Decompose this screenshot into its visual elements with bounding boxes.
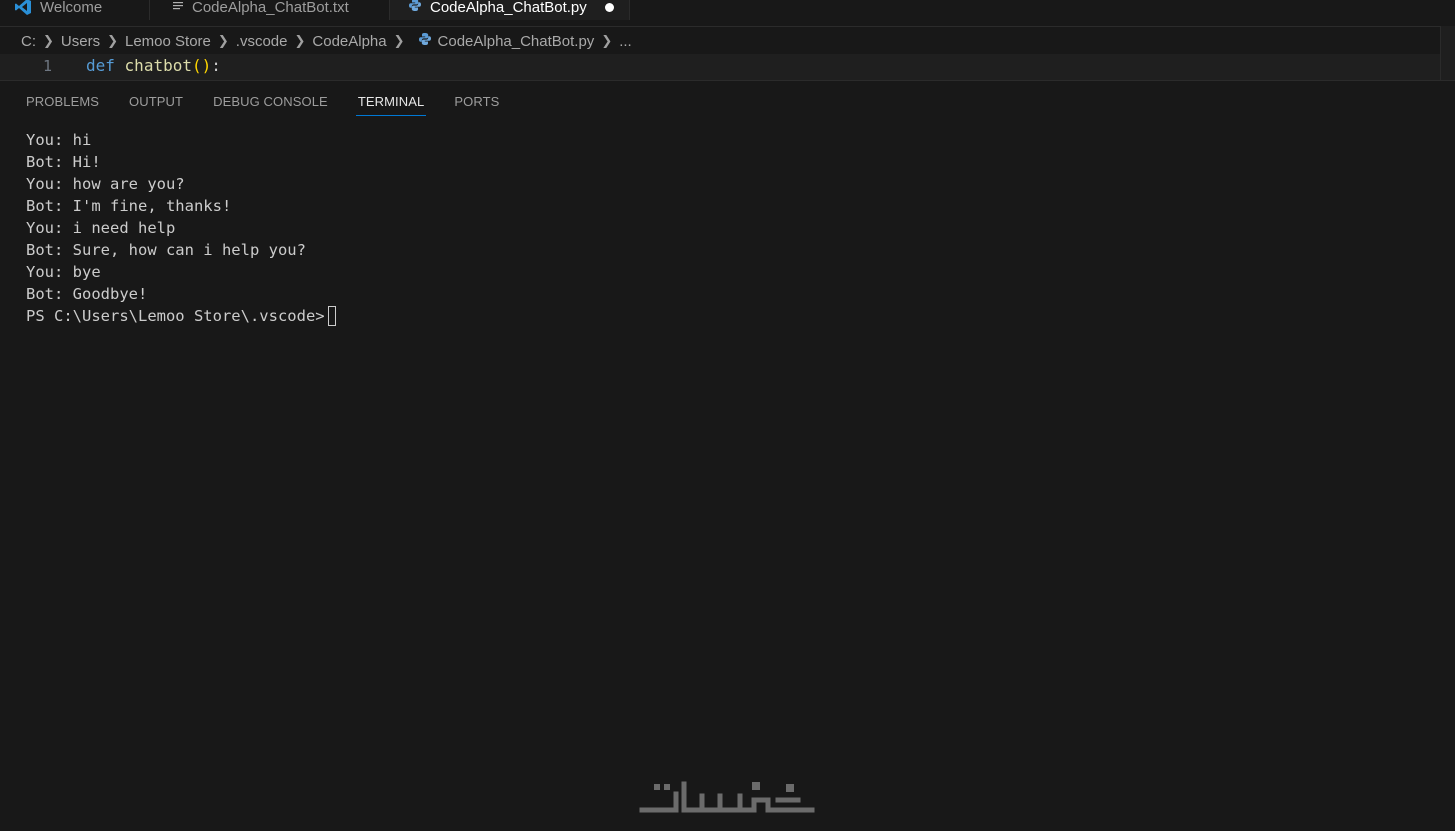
breadcrumb-item[interactable]: Users xyxy=(61,33,100,50)
tab-output[interactable]: OUTPUT xyxy=(114,81,198,121)
terminal-line: Bot: Goodbye! xyxy=(26,285,148,303)
chevron-right-icon: ❯ xyxy=(107,33,118,48)
code-colon: : xyxy=(211,56,221,75)
editor-scrollbar[interactable] xyxy=(1440,26,1455,80)
vscode-logo-icon xyxy=(14,0,32,16)
code-keyword: def xyxy=(86,56,115,75)
breadcrumb-item[interactable]: C: xyxy=(21,33,36,50)
panel-tab-bar: PROBLEMS OUTPUT DEBUG CONSOLE TERMINAL P… xyxy=(0,81,1455,121)
line-number: 1 xyxy=(43,57,53,75)
terminal-line: Bot: I'm fine, thanks! xyxy=(26,197,232,215)
terminal-line: Bot: Hi! xyxy=(26,153,101,171)
unsaved-dot-icon[interactable] xyxy=(604,2,614,12)
editor-tab-bar: Welcome CodeAlpha_ChatBot.txt CodeAlpha_… xyxy=(0,0,1455,27)
chevron-right-icon: ❯ xyxy=(43,33,54,48)
breadcrumb-item[interactable]: ... xyxy=(619,33,632,50)
tab-chatbot-txt-label: CodeAlpha_ChatBot.txt xyxy=(192,0,349,16)
text-file-icon xyxy=(172,0,184,16)
breadcrumb-item[interactable]: CodeAlpha xyxy=(312,33,386,50)
breadcrumb-item[interactable]: Lemoo Store xyxy=(125,33,211,50)
python-file-icon xyxy=(418,32,432,50)
tab-welcome[interactable]: Welcome xyxy=(0,0,150,20)
tab-debug-console[interactable]: DEBUG CONSOLE xyxy=(198,81,343,121)
chevron-right-icon: ❯ xyxy=(294,33,306,48)
tab-chatbot-py[interactable]: CodeAlpha_ChatBot.py xyxy=(390,0,630,20)
breadcrumb: C: ❯ Users ❯ Lemoo Store ❯ .vscode ❯ Cod… xyxy=(21,30,632,52)
chevron-right-icon: ❯ xyxy=(217,33,229,48)
code-function-name: chatbot xyxy=(124,56,192,75)
code-editor[interactable]: 1 def chatbot(): xyxy=(0,54,1455,81)
terminal-prompt-line[interactable]: PS C:\Users\Lemoo Store\.vscode> xyxy=(26,305,336,327)
tab-terminal[interactable]: TERMINAL xyxy=(343,81,440,121)
python-file-icon xyxy=(408,0,422,16)
code-parens: () xyxy=(191,56,212,75)
chevron-right-icon: ❯ xyxy=(393,33,405,48)
terminal-line: You: bye xyxy=(26,263,101,281)
terminal-line: You: how are you? xyxy=(26,175,185,193)
khamsat-watermark-logo xyxy=(636,770,818,820)
code-line[interactable]: def chatbot(): xyxy=(86,56,221,75)
terminal-line: You: hi xyxy=(26,131,92,149)
tab-problems[interactable]: PROBLEMS xyxy=(0,81,114,121)
terminal-prompt: PS C:\Users\Lemoo Store\.vscode> xyxy=(26,307,325,325)
tab-welcome-label: Welcome xyxy=(40,0,103,16)
tab-chatbot-txt[interactable]: CodeAlpha_ChatBot.txt xyxy=(150,0,390,20)
breadcrumb-item[interactable]: .vscode xyxy=(236,33,288,50)
terminal-line: You: i need help xyxy=(26,219,176,237)
terminal-cursor xyxy=(327,306,336,326)
tab-chatbot-py-label: CodeAlpha_ChatBot.py xyxy=(430,0,587,16)
breadcrumb-item[interactable]: CodeAlpha_ChatBot.py xyxy=(438,33,595,50)
terminal-output[interactable]: You: hi Bot: Hi! You: how are you? Bot: … xyxy=(26,129,336,327)
tab-ports[interactable]: PORTS xyxy=(439,81,514,121)
chevron-right-icon: ❯ xyxy=(601,33,613,48)
terminal-line: Bot: Sure, how can i help you? xyxy=(26,241,306,259)
